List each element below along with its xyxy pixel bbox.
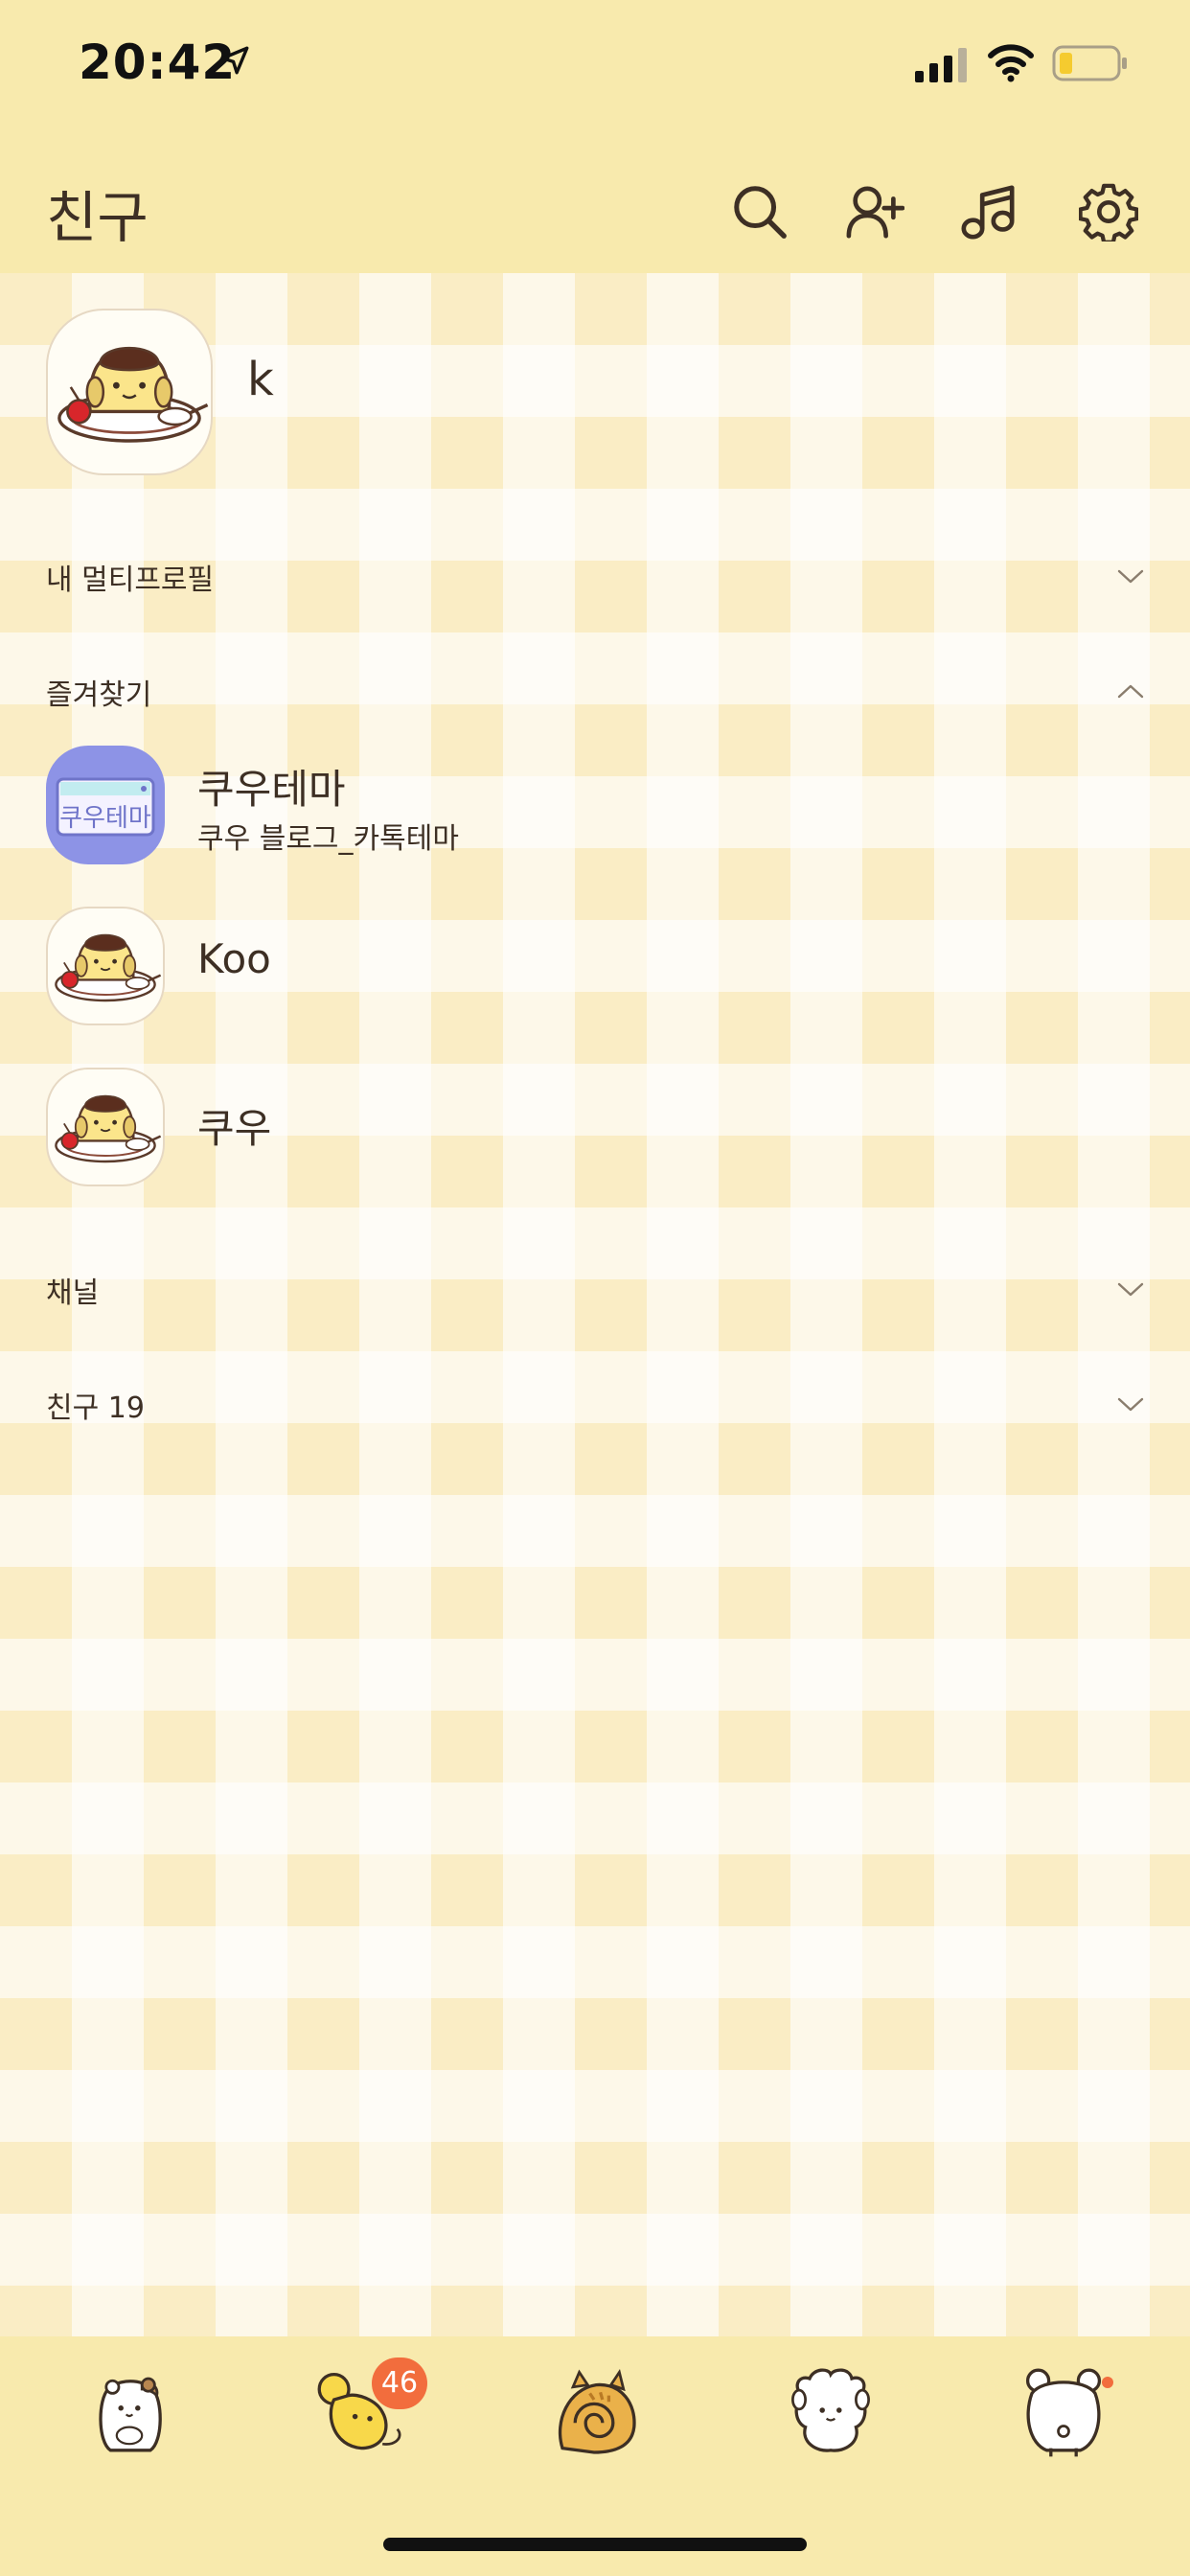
- music-icon[interactable]: [958, 182, 1018, 242]
- location-arrow-icon: [220, 46, 249, 75]
- chevron-down-icon: [1117, 569, 1144, 584]
- friend-name: 쿠우: [197, 1105, 272, 1152]
- section-label: 채널: [46, 1276, 100, 1310]
- more-tab[interactable]: [1011, 2358, 1116, 2463]
- view-tab[interactable]: [541, 2358, 647, 2463]
- friend-name: Koo: [197, 935, 271, 982]
- section-channel[interactable]: 채널: [46, 1259, 1148, 1317]
- pudding-dog-icon: [46, 1068, 165, 1186]
- wifi-icon: [988, 44, 1034, 82]
- section-friends[interactable]: 친구 19: [46, 1374, 1148, 1432]
- sheep-icon: [791, 2368, 870, 2452]
- status-time: 20:42: [79, 34, 237, 90]
- chevron-down-icon: [1117, 1397, 1144, 1412]
- app-header: 친구: [0, 134, 1190, 273]
- friends-tab[interactable]: [77, 2358, 182, 2463]
- cellular-signal-icon: [915, 48, 967, 82]
- notification-dot: [1102, 2377, 1113, 2388]
- bear-back-icon: [1025, 2368, 1102, 2457]
- home-indicator: [383, 2538, 807, 2551]
- friend-name: 쿠우테마: [197, 766, 346, 813]
- chevron-down-icon: [1117, 1282, 1144, 1297]
- search-icon[interactable]: [730, 182, 790, 242]
- snail-cat-icon: [558, 2369, 636, 2454]
- section-multi-profile[interactable]: 내 멀티프로필: [46, 546, 1148, 604]
- favorite-item-kuu[interactable]: 쿠우: [46, 1068, 1148, 1192]
- section-label: 내 멀티프로필: [46, 564, 215, 597]
- favorite-item-koo-theme[interactable]: 쿠우테마 쿠우테마 쿠우 블로그_카톡테마: [46, 746, 1148, 870]
- section-favorites[interactable]: 즐겨찾기: [46, 661, 1148, 719]
- unread-badge: 46: [372, 2358, 427, 2409]
- hamster-icon: [99, 2377, 162, 2452]
- friend-status-message: 쿠우 블로그_카톡테마: [197, 822, 459, 856]
- svg-text:쿠우테마: 쿠우테마: [59, 804, 151, 833]
- shopping-tab[interactable]: [778, 2358, 883, 2463]
- chevron-up-icon: [1117, 684, 1144, 699]
- pudding-dog-icon: [46, 309, 213, 475]
- my-profile-row[interactable]: k: [46, 309, 1148, 475]
- status-bar: 20:42: [0, 0, 1190, 134]
- settings-gear-icon[interactable]: [1079, 182, 1138, 242]
- battery-low-icon: [1052, 45, 1127, 81]
- my-profile-name: k: [247, 353, 274, 406]
- favorite-item-koo[interactable]: Koo: [46, 907, 1148, 1031]
- section-label: 친구 19: [46, 1392, 145, 1425]
- page-title: 친구: [46, 185, 149, 250]
- pudding-dog-icon: [46, 907, 165, 1025]
- theme-card-icon: 쿠우테마: [46, 746, 165, 864]
- add-friend-icon[interactable]: [845, 182, 904, 242]
- section-label: 즐겨찾기: [46, 678, 152, 712]
